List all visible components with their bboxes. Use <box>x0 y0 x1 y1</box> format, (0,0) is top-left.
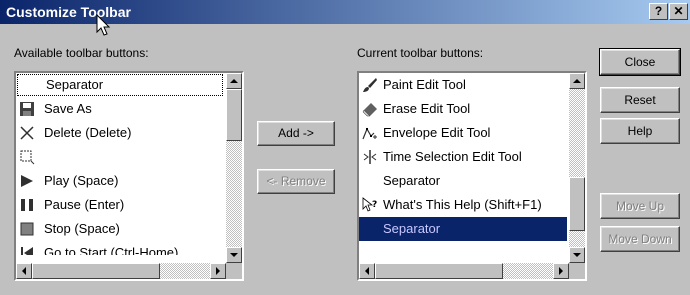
stop-icon <box>20 222 34 236</box>
scroll-right-button[interactable] <box>210 263 226 279</box>
available-buttons-list[interactable]: Separator Save As Delete (Delete) Play (… <box>14 71 244 281</box>
scroll-down-button[interactable] <box>226 247 242 263</box>
save-as-icon <box>20 102 34 116</box>
go-to-start-icon <box>21 247 33 255</box>
arrow-right-icon <box>216 267 220 275</box>
customize-toolbar-dialog: Customize Toolbar ? ✕ Available toolbar … <box>0 0 690 295</box>
arrow-right-icon <box>559 267 563 275</box>
list-item-selected[interactable]: Separator <box>359 217 567 241</box>
list-item[interactable]: Stop (Space) <box>16 217 224 241</box>
scroll-thumb[interactable] <box>375 263 503 279</box>
delete-x-icon <box>20 126 34 140</box>
list-item[interactable]: Separator <box>359 169 567 193</box>
mouse-cursor-icon <box>96 14 111 36</box>
scroll-corner <box>226 263 242 279</box>
scroll-down-button[interactable] <box>569 247 585 263</box>
scroll-right-button[interactable] <box>553 263 569 279</box>
scroll-left-button[interactable] <box>359 263 375 279</box>
list-item[interactable] <box>16 145 224 169</box>
eraser-icon <box>362 103 377 117</box>
scroll-corner <box>569 263 585 279</box>
list-item[interactable]: Pause (Enter) <box>16 193 224 217</box>
paint-brush-icon <box>363 78 377 92</box>
available-buttons-label: Available toolbar buttons: <box>14 46 149 60</box>
scroll-thumb[interactable] <box>226 89 242 141</box>
svg-text:?: ? <box>372 200 377 210</box>
list-item[interactable]: Separator <box>16 73 224 97</box>
arrow-left-icon <box>365 267 369 275</box>
whats-this-help-icon: ? <box>362 197 377 212</box>
list-item[interactable]: Time Selection Edit Tool <box>359 145 567 169</box>
scroll-thumb[interactable] <box>32 263 160 279</box>
list-item[interactable]: Erase Edit Tool <box>359 97 567 121</box>
play-icon <box>21 175 33 187</box>
crop-icon <box>20 150 35 165</box>
arrow-down-icon <box>230 253 238 257</box>
time-selection-icon <box>363 150 377 164</box>
available-horizontal-scrollbar[interactable] <box>16 263 226 279</box>
current-buttons-label: Current toolbar buttons: <box>357 46 484 60</box>
current-buttons-list[interactable]: Paint Edit Tool Erase Edit Tool Envelope… <box>357 71 587 281</box>
close-title-button[interactable]: ✕ <box>669 3 688 20</box>
scroll-left-button[interactable] <box>16 263 32 279</box>
arrow-left-icon <box>22 267 26 275</box>
list-item[interactable]: Play (Space) <box>16 169 224 193</box>
move-up-button[interactable]: Move Up <box>600 193 680 219</box>
scroll-thumb[interactable] <box>569 177 585 231</box>
current-horizontal-scrollbar[interactable] <box>359 263 569 279</box>
add-button[interactable]: Add -> <box>257 121 335 146</box>
close-button[interactable]: Close <box>599 48 681 76</box>
envelope-tool-icon <box>362 127 377 140</box>
list-item[interactable]: ? What's This Help (Shift+F1) <box>359 193 567 217</box>
reset-button[interactable]: Reset <box>600 87 680 113</box>
list-item[interactable]: Go to Start (Ctrl-Home) <box>16 241 224 255</box>
arrow-down-icon <box>573 253 581 257</box>
arrow-up-icon <box>230 79 238 83</box>
current-vertical-scrollbar[interactable] <box>569 73 585 263</box>
list-item[interactable]: Save As <box>16 97 224 121</box>
scroll-up-button[interactable] <box>569 73 585 89</box>
help-button[interactable]: Help <box>600 118 680 144</box>
pause-icon <box>21 199 33 211</box>
move-down-button[interactable]: Move Down <box>600 226 680 252</box>
list-item[interactable]: Paint Edit Tool <box>359 73 567 97</box>
scroll-up-button[interactable] <box>226 73 242 89</box>
list-item[interactable]: Delete (Delete) <box>16 121 224 145</box>
available-vertical-scrollbar[interactable] <box>226 73 242 263</box>
remove-button[interactable]: <- Remove <box>257 169 335 194</box>
arrow-up-icon <box>573 79 581 83</box>
help-title-button[interactable]: ? <box>649 3 668 20</box>
list-item[interactable]: Envelope Edit Tool <box>359 121 567 145</box>
